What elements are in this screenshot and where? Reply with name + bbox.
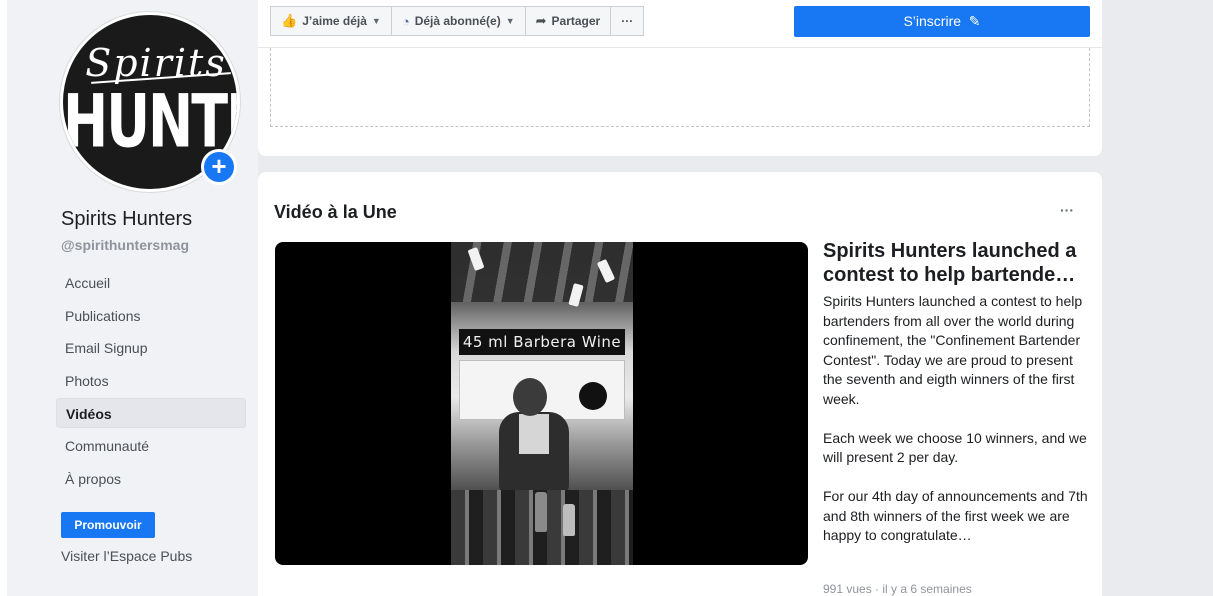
nav-item-photos[interactable]: Photos: [56, 366, 246, 396]
video-thumbnail: 45 ml Barbera Wine: [451, 242, 633, 565]
left-edge: [0, 0, 7, 596]
page-title[interactable]: Spirits Hunters: [61, 208, 192, 231]
left-column: Spirits HUNTERS + Spirits Hunters @spiri…: [0, 0, 258, 596]
page-header-card: 👍 J’aime déjà ▼ ◔ Déjà abonné(e) ▼ ➦ Par…: [258, 0, 1102, 156]
share-label: Partager: [551, 14, 601, 28]
like-label: J’aime déjà: [302, 14, 367, 28]
nav-item-a-propos[interactable]: À propos: [56, 464, 246, 494]
featured-video-card: Vidéo à la Une ··· 45 ml Barbera Wine Sp…: [258, 172, 1102, 596]
pencil-icon: ✎: [964, 13, 981, 29]
action-bar: 👍 J’aime déjà ▼ ◔ Déjà abonné(e) ▼ ➦ Par…: [270, 6, 645, 36]
nav-item-publications[interactable]: Publications: [56, 301, 246, 331]
facebook-page: Spirits HUNTERS + Spirits Hunters @spiri…: [0, 0, 1213, 596]
like-button[interactable]: 👍 J’aime déjà ▼: [270, 6, 392, 36]
video-meta: 991 vues · il y a 6 semaines: [823, 582, 972, 596]
thumbs-up-icon: 👍: [281, 13, 298, 28]
follow-button[interactable]: ◔ Déjà abonné(e) ▼: [391, 6, 526, 36]
nav-item-communaute[interactable]: Communauté: [56, 431, 246, 461]
description-paragraph: Each week we choose 10 winners, and we w…: [823, 429, 1087, 466]
share-button[interactable]: ➦ Partager: [525, 6, 612, 36]
caret-down-icon: ▼: [371, 16, 381, 26]
profile-picture[interactable]: Spirits HUNTERS +: [60, 12, 244, 196]
ads-center-link[interactable]: Visiter l’Espace Pubs: [61, 548, 192, 564]
page-nav: Accueil Publications Email Signup Photos…: [56, 268, 246, 496]
nav-item-email-signup[interactable]: Email Signup: [56, 333, 246, 363]
video-player[interactable]: 45 ml Barbera Wine: [275, 242, 808, 565]
thumb-bottle: [563, 504, 575, 536]
more-options-button[interactable]: ···: [611, 6, 645, 36]
video-description: Spirits Hunters launched a contest to he…: [823, 292, 1093, 576]
card-more-icon[interactable]: ···: [1060, 202, 1074, 218]
nav-item-videos[interactable]: Vidéos: [56, 398, 246, 429]
more-dots-icon: ···: [621, 14, 634, 28]
rss-follow-icon: ◔: [401, 13, 410, 29]
video-caption-overlay: 45 ml Barbera Wine: [459, 329, 625, 355]
thumb-bottle: [535, 492, 547, 532]
section-title: Vidéo à la Une: [274, 202, 397, 222]
caret-down-icon: ▼: [505, 16, 515, 26]
thumb-person-head: [513, 378, 547, 416]
page-handle[interactable]: @spirithuntersmag: [61, 237, 189, 253]
nav-item-accueil[interactable]: Accueil: [56, 268, 246, 298]
share-arrow-icon: ➦: [535, 13, 547, 28]
thumb-person-shirt: [519, 414, 549, 454]
cover-placeholder: [270, 48, 1090, 127]
description-paragraph: For our 4th day of announcements and 7th…: [823, 488, 1088, 543]
video-headline[interactable]: Spirits Hunters launched a contest to he…: [823, 239, 1093, 287]
promote-button[interactable]: Promouvoir: [61, 512, 155, 538]
follow-label: Déjà abonné(e): [414, 14, 501, 28]
right-gutter: [1110, 0, 1213, 596]
thumb-clock: [579, 382, 607, 410]
subscribe-label: S’inscrire: [903, 13, 962, 29]
description-paragraph: Spirits Hunters launched a contest to he…: [823, 293, 1083, 407]
subscribe-button[interactable]: S’inscrire ✎: [794, 6, 1090, 37]
add-photo-plus-icon[interactable]: +: [201, 149, 237, 185]
